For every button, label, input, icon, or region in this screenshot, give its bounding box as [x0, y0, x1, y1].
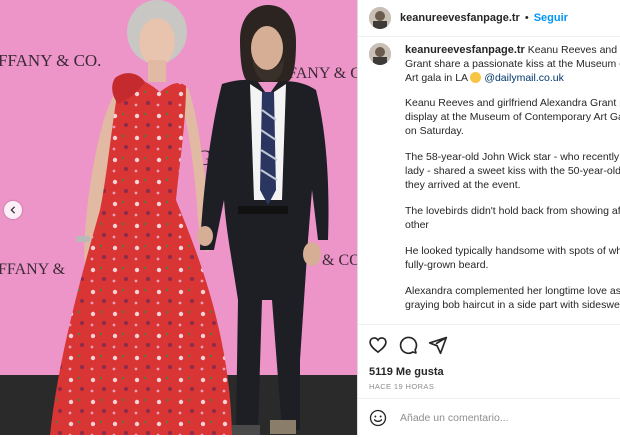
p1-line-2: display at the Museum of Contemporary Ar…	[405, 111, 620, 123]
caption-avatar[interactable]	[369, 43, 391, 65]
caption-line-2: Grant share a passionate kiss at the Mus…	[405, 58, 620, 70]
p3-line-1: The lovebirds didn't hold back from show…	[405, 205, 620, 217]
backdrop-text-left: FFANY & CO.	[0, 51, 101, 70]
caption-paragraph-5: Alexandra complemented her longtime love…	[405, 284, 620, 312]
likes-count[interactable]: 5119 Me gusta	[369, 366, 444, 378]
post-side-panel: keanureevesfanpage.tr • Seguir keanureev…	[357, 0, 620, 435]
comment-input[interactable]	[398, 411, 602, 425]
backdrop-text-right: FANY & C	[288, 65, 357, 82]
p4-line-2: fully-grown beard.	[405, 259, 489, 271]
p1-line-1: Keanu Reeves and girlfriend Alexandra Gr…	[405, 97, 620, 109]
comment-bar	[358, 398, 620, 437]
follow-button[interactable]: Seguir	[534, 12, 568, 24]
caption-link[interactable]: @dailymail.co.uk	[484, 72, 564, 84]
p4-line-1: He looked typically handsome with spots …	[405, 245, 620, 257]
post-photo[interactable]: FFANY & CO. FANY & C FFANY & & CO G	[0, 0, 357, 435]
prev-image-button[interactable]	[4, 201, 22, 219]
backdrop-text-right-2: & CO	[322, 252, 357, 269]
p5-line-1: Alexandra complemented her longtime love…	[405, 285, 620, 297]
caption-text: keanureevesfanpage.tr Keanu Reeves and g…	[405, 43, 620, 324]
caption-paragraph-4: He looked typically handsome with spots …	[405, 244, 620, 272]
emoji-icon	[470, 72, 482, 83]
post-header: keanureevesfanpage.tr • Seguir	[358, 0, 620, 37]
header-username[interactable]: keanureevesfanpage.tr	[400, 12, 520, 24]
p2-line-3: they arrived at the event.	[405, 179, 521, 191]
post-timestamp: HACE 19 HORAS	[369, 382, 435, 391]
action-icons	[368, 335, 448, 355]
p2-line-2: lady - shared a sweet kiss with the 50-y…	[405, 165, 620, 177]
p3-line-2: other	[405, 219, 429, 231]
avatar[interactable]	[369, 7, 391, 29]
caption-paragraph-3: The lovebirds didn't hold back from show…	[405, 204, 620, 232]
avatar-image	[369, 43, 391, 65]
post-actions: 5119 Me gusta HACE 19 HORAS	[358, 324, 620, 437]
caption-paragraph-2: The 58-year-old John Wick star - who rec…	[405, 150, 620, 192]
share-icon[interactable]	[428, 335, 448, 355]
comment-icon[interactable]	[398, 335, 418, 355]
p1-line-3: on Saturday.	[405, 125, 464, 137]
caption-line-3: Art gala in LA	[405, 72, 468, 84]
chevron-left-icon	[10, 206, 16, 214]
caption-line-1: Keanu Reeves and girlfriend Alexandra	[527, 44, 620, 56]
smile-icon[interactable]	[369, 409, 387, 427]
heart-icon[interactable]	[368, 335, 388, 355]
photo-illustration: FFANY & CO. FANY & C FFANY & & CO G	[0, 0, 357, 435]
p2-line-1: The 58-year-old John Wick star - who rec…	[405, 151, 620, 163]
caption-paragraph-1: Keanu Reeves and girlfriend Alexandra Gr…	[405, 96, 620, 138]
p5-line-2: graying bob haircut in a side part with …	[405, 299, 620, 311]
instagram-post: FFANY & CO. FANY & C FFANY & & CO G kean…	[0, 0, 620, 435]
caption-scroll-area[interactable]: keanureevesfanpage.tr Keanu Reeves and g…	[358, 37, 620, 324]
header-separator: •	[524, 12, 529, 24]
caption-username[interactable]: keanureevesfanpage.tr	[405, 44, 525, 56]
avatar-image	[369, 7, 391, 29]
backdrop-text-left-2: FFANY &	[0, 261, 66, 278]
